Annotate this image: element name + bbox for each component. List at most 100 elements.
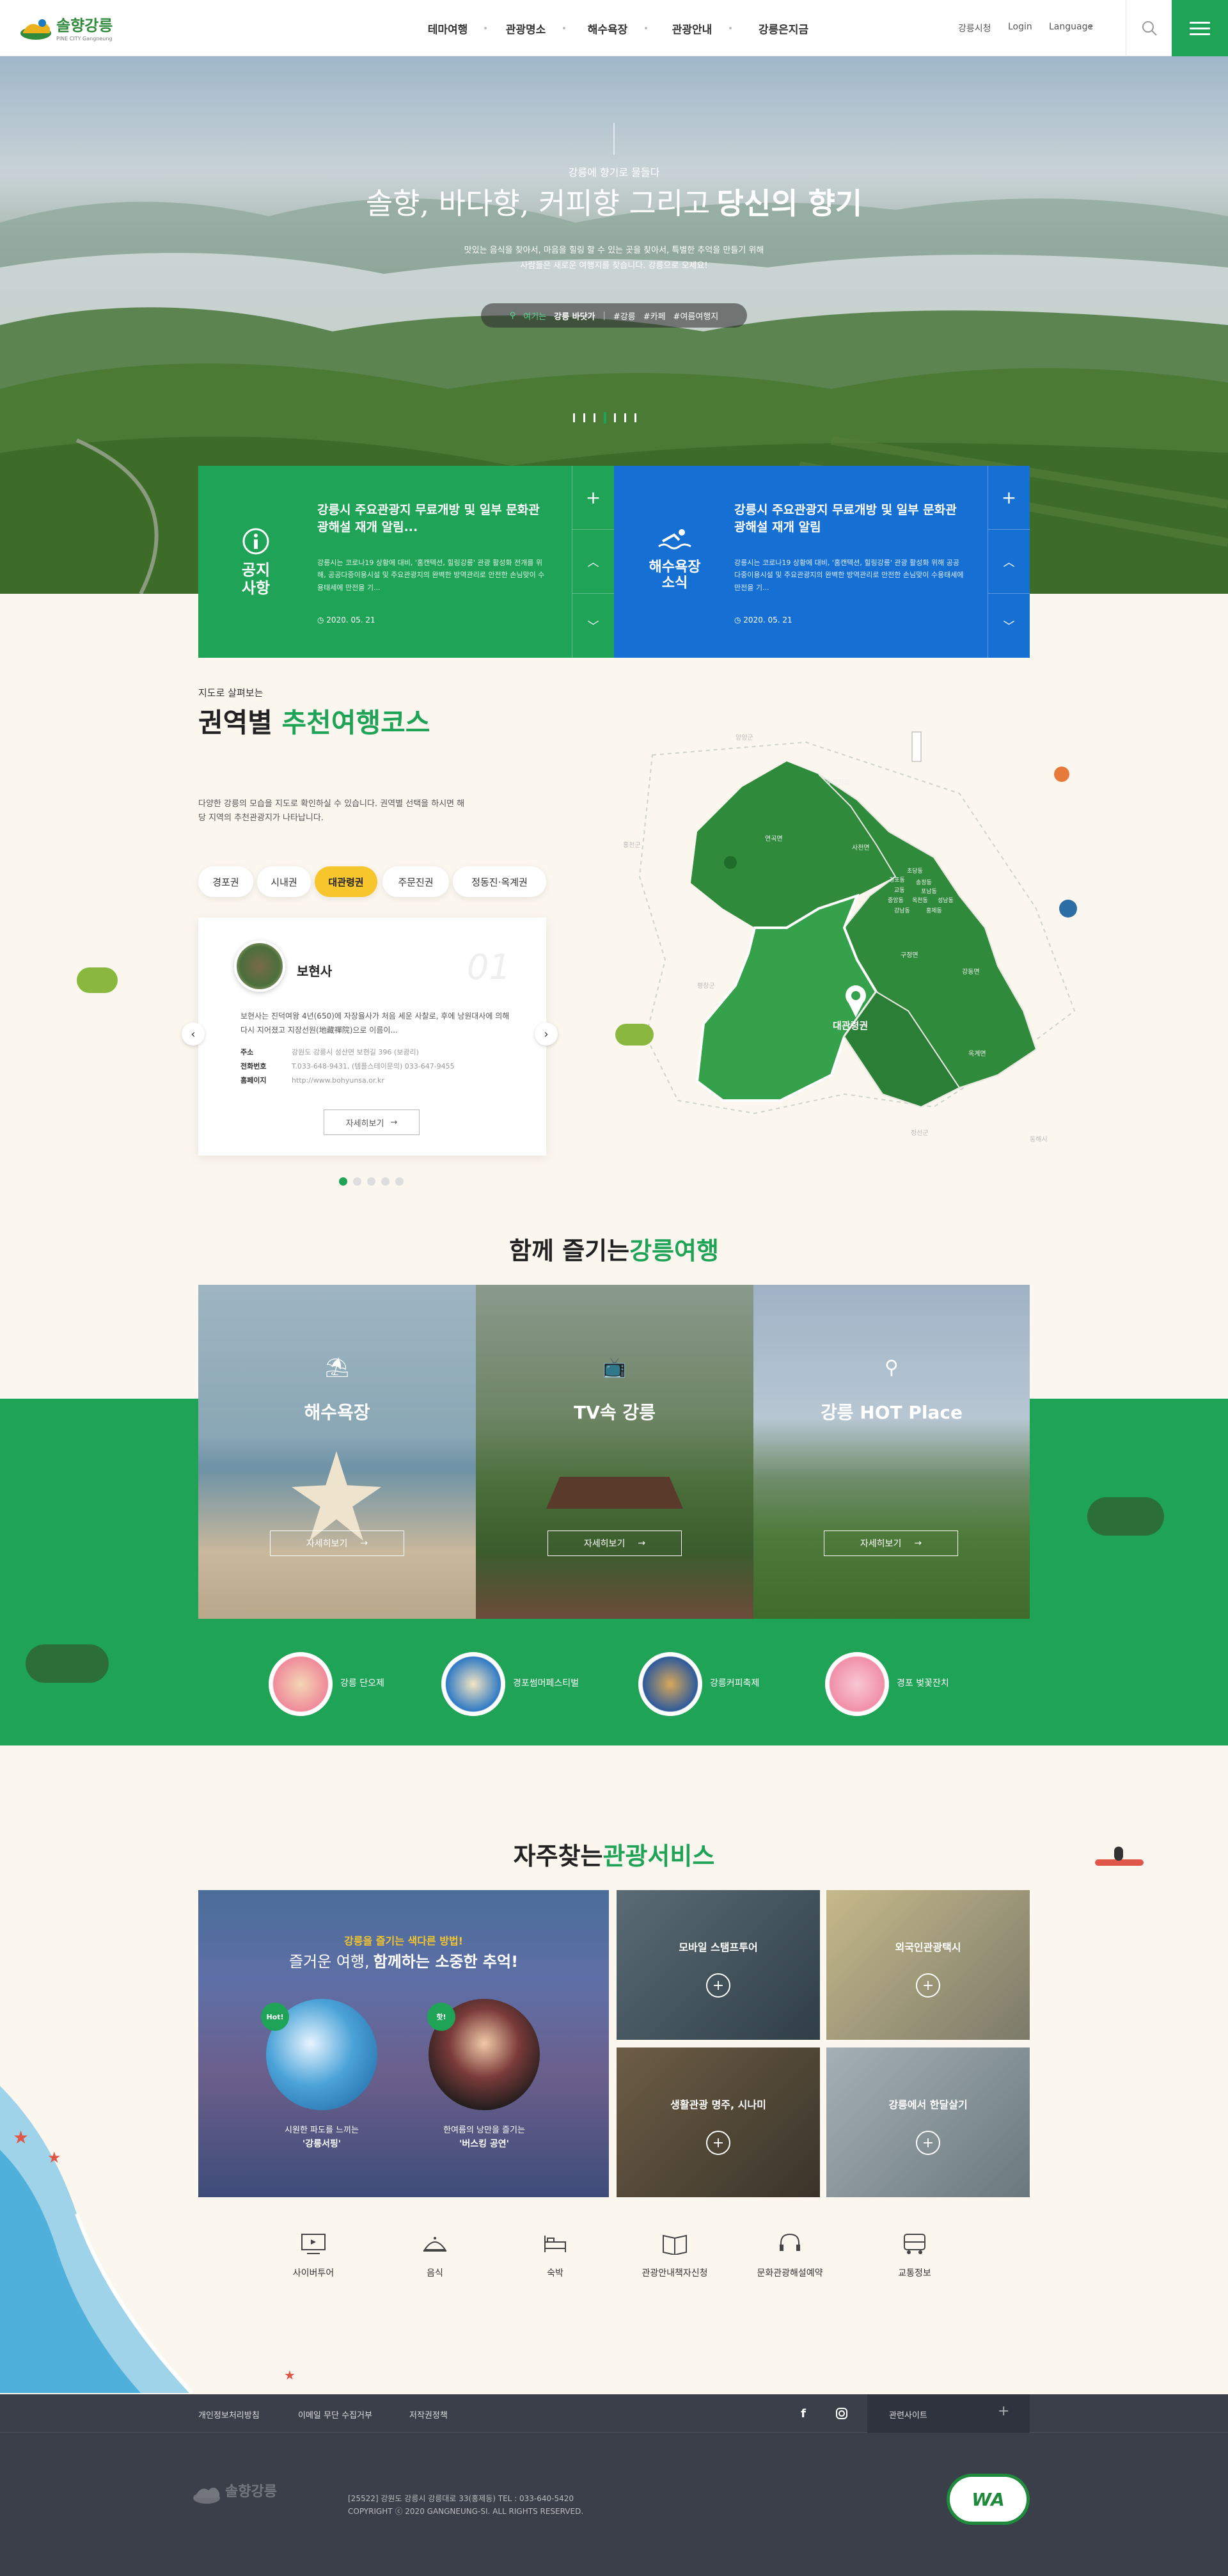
arrow-right-icon: →	[914, 1538, 922, 1548]
quick-link-lodging[interactable]: 숙박	[517, 2233, 594, 2279]
nav-divider	[484, 27, 487, 29]
menu-button[interactable]	[1172, 0, 1228, 56]
nav-tour-info[interactable]: 관광안내	[663, 0, 721, 56]
bed-icon	[544, 2236, 566, 2252]
notice-title[interactable]: 강릉시 주요관광지 무료개방 및 일부 문화관광해설 재개 알림...	[317, 502, 547, 536]
festival-thumbnail[interactable]	[825, 1652, 889, 1716]
more-button[interactable]: 자세히보기 →	[270, 1530, 404, 1556]
map-region-label: 초당동	[907, 868, 923, 875]
festival-label[interactable]: 강릉 단오제	[340, 1676, 384, 1689]
notice-date-text: 2020. 05. 21	[326, 616, 375, 624]
chevron-down-icon[interactable]: ﹀	[988, 594, 1030, 658]
notice-title[interactable]: 강릉시 주요관광지 무료개방 및 일부 문화관광해설 재개 알림	[734, 502, 964, 536]
map-region-label: 강동면	[962, 968, 980, 976]
plus-icon[interactable]: +	[988, 466, 1030, 530]
theme-card-hotplace[interactable]: ⚲ 강릉 HOT Place 자세히보기 →	[753, 1285, 1030, 1619]
map-region-label: 사천면	[852, 844, 870, 852]
more-button[interactable]: 자세히보기 →	[824, 1530, 958, 1556]
plus-icon[interactable]: +	[572, 466, 614, 530]
nav-divider	[729, 27, 732, 29]
footer-link[interactable]: 저작권정책	[409, 2408, 448, 2421]
theme-card-tv[interactable]: 📺 TV속 강릉 자세히보기 →	[476, 1285, 753, 1619]
festival-thumbnail[interactable]	[638, 1652, 702, 1716]
nav-theme-travel[interactable]: 테마여행	[419, 0, 476, 56]
festival-thumbnail[interactable]	[441, 1652, 505, 1716]
quick-link-guidebook[interactable]: 관광안내책자신청	[627, 2233, 723, 2279]
tab-jumunjin[interactable]: 주문진권	[382, 866, 449, 897]
festival-thumbnail[interactable]	[269, 1652, 333, 1716]
map-pin-icon: ⚲	[885, 1356, 899, 1379]
hero-tag[interactable]: #강릉	[613, 310, 636, 322]
arrow-right-icon: →	[638, 1538, 646, 1548]
service-tile-stamp-tour[interactable]: 모바일 스탬프투어 +	[617, 1890, 820, 2040]
dish-icon	[423, 2237, 446, 2252]
hero-title-part: 솔향, 바다향, 커피향 그리고	[365, 186, 711, 221]
service-tile-local-tour[interactable]: 생활관광 명주, 시나미 +	[617, 2047, 820, 2197]
site-logo[interactable]: 솔향강릉 PINE CITY Gangneung	[19, 10, 115, 46]
tab-jeongdongjin[interactable]: 정동진·옥계권	[453, 866, 546, 897]
plus-icon: +	[706, 1973, 730, 1998]
instagram-icon[interactable]	[826, 2399, 857, 2428]
service-tile-title: 모바일 스탬프투어	[679, 1941, 758, 1953]
util-language-select[interactable]: Language	[1049, 22, 1093, 32]
swim-icon	[658, 529, 691, 550]
chevron-up-icon[interactable]: ︿	[988, 530, 1030, 594]
hero-tag[interactable]: #여름여행지	[673, 310, 719, 322]
svg-text:★: ★	[47, 2149, 61, 2167]
tv-icon: 📺	[602, 1356, 627, 1379]
chevron-down-icon[interactable]: ﹀	[572, 594, 614, 658]
tab-daegwallyeong[interactable]: 대관령권	[315, 866, 377, 897]
service-tile-foreign-taxi[interactable]: 외국인관광택시 +	[826, 1890, 1030, 2040]
surfer-icon	[1054, 767, 1069, 782]
footer-link[interactable]: 이메일 무단 수집거부	[298, 2408, 372, 2421]
util-login-link[interactable]: Login	[1008, 22, 1032, 32]
chevron-up-icon[interactable]: ︿	[572, 530, 614, 594]
prev-arrow-button[interactable]: ‹	[182, 1022, 205, 1046]
tree-decoration-icon	[615, 1024, 654, 1046]
nav-gangneung-now[interactable]: 강릉은지금	[748, 0, 819, 56]
related-sites-select[interactable]: 관련사이트 +	[867, 2394, 1030, 2433]
chevron-right-icon: ›	[544, 1027, 549, 1041]
tab-downtown[interactable]: 시내권	[257, 866, 311, 897]
region-map[interactable]: 대관령권 주문진읍 연곡면 사천면 초당동 경포동 송정동 교동 포남동 중앙동…	[576, 717, 1100, 1165]
info-row: 전화번호 T.033-648-9431, (템플스테이문의) 033-647-94…	[240, 1060, 522, 1074]
card-pagination[interactable]	[339, 1177, 409, 1186]
facebook-icon[interactable]: f	[788, 2399, 819, 2428]
nav-beaches[interactable]: 해수욕장	[579, 0, 636, 56]
quick-link-cyber-tour[interactable]: 사이버투어	[275, 2233, 352, 2279]
search-button[interactable]	[1126, 0, 1172, 56]
nav-attractions[interactable]: 관광명소	[497, 0, 555, 56]
theme-card-beach[interactable]: ⛱ 해수욕장 자세히보기 →	[198, 1285, 476, 1619]
feature-item-title: '강릉서핑'	[302, 2139, 342, 2149]
tab-gyeongpo[interactable]: 경포권	[198, 866, 253, 897]
festival-label[interactable]: 경포썸머페스티벌	[513, 1676, 579, 1689]
footer-link[interactable]: 개인정보처리방침	[198, 2408, 260, 2421]
quick-link-guide-reservation[interactable]: 문화관광해설예약	[742, 2233, 838, 2279]
course-desc: 다양한 강릉의 모습을 지도로 확인하실 수 있습니다. 권역별 선택을 하시면…	[198, 799, 465, 823]
next-arrow-button[interactable]: ›	[535, 1022, 558, 1046]
festival-label[interactable]: 강릉커피축제	[710, 1676, 759, 1689]
book-icon	[663, 2234, 687, 2255]
hero-tag[interactable]: #카페	[643, 310, 666, 322]
more-button[interactable]: 자세히보기 →	[324, 1109, 420, 1135]
bus-icon	[904, 2234, 925, 2254]
hero-slide-indicator[interactable]	[573, 412, 656, 425]
festival-label[interactable]: 경포 벚꽃잔치	[897, 1676, 949, 1689]
map-outer-label: 홍천군	[623, 841, 641, 849]
chevron-down-icon: ▾	[1089, 24, 1093, 31]
more-button-label: 자세히보기	[583, 1539, 626, 1549]
service-tile-month-stay[interactable]: 강릉에서 한달살기 +	[826, 2047, 1030, 2197]
info-value[interactable]: http://www.bohyunsa.or.kr	[292, 1076, 384, 1085]
hamburger-icon	[1190, 22, 1210, 35]
quick-link-food[interactable]: 음식	[397, 2233, 473, 2279]
more-button[interactable]: 자세히보기 →	[547, 1530, 682, 1556]
notice-badge: 해수욕장 소식	[640, 527, 710, 592]
quick-link-transport[interactable]: 교통정보	[876, 2233, 953, 2279]
map-region-label: 성남동	[938, 897, 954, 904]
service-feature-panel[interactable]: 강릉을 즐기는 색다른 방법! 즐거운 여행, 함께하는 소중한 추억! Hot…	[198, 1890, 609, 2197]
more-button-label: 자세히보기	[860, 1539, 902, 1549]
quick-link-label: 관광안내책자신청	[642, 2268, 708, 2278]
info-key: 주소	[240, 1048, 254, 1056]
site-footer: 개인정보처리방침 이메일 무단 수집거부 저작권정책 f 관련사이트 + 솔향강…	[0, 2394, 1228, 2576]
util-city-hall-link[interactable]: 강릉시청	[958, 22, 991, 35]
